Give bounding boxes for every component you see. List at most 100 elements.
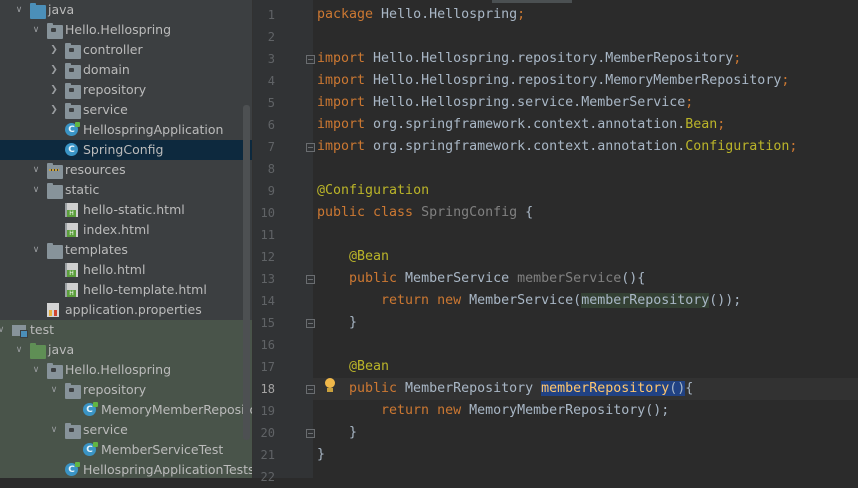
tree-item[interactable]: ∨ Hello.Hellospring <box>0 360 252 380</box>
tree-item[interactable]: ❯ controller <box>0 40 252 60</box>
tree-item-label: MemberServiceTest <box>101 442 224 457</box>
fold-imports-icon[interactable] <box>306 55 315 64</box>
code-line-14[interactable]: return new MemberService(memberRepositor… <box>381 290 741 312</box>
tree-item[interactable]: C SpringConfig <box>0 140 252 160</box>
code-line-1[interactable]: package Hello.Hellospring; <box>317 4 525 26</box>
code-line-19[interactable]: return new MemoryMemberRepository(); <box>381 400 669 422</box>
chevron-right-icon[interactable]: ❯ <box>48 60 60 80</box>
editor-tab-indicator <box>492 0 572 3</box>
code-line-13[interactable]: public MemberService memberService(){ <box>349 268 645 290</box>
line-number: 8 <box>267 162 275 176</box>
package-icon <box>65 63 81 79</box>
chevron-down-icon[interactable]: ∨ <box>48 420 60 440</box>
chevron-down-icon[interactable]: ∨ <box>13 340 25 360</box>
tree-item[interactable]: ∨ service <box>0 420 252 440</box>
line-number: 16 <box>260 338 275 352</box>
chevron-down-icon[interactable]: ∨ <box>13 0 25 20</box>
tree-item-label: Hello.Hellospring <box>65 362 172 377</box>
html-file-icon <box>65 203 78 217</box>
code-line-9[interactable]: @Configuration <box>317 180 429 202</box>
line-number: 13 <box>260 272 275 286</box>
tree-item[interactable]: ∨ static <box>0 180 252 200</box>
chevron-down-icon[interactable]: ∨ <box>30 360 42 380</box>
fold-method-end-icon[interactable] <box>306 319 315 328</box>
tree-item[interactable]: C MemberServiceTest <box>0 440 252 460</box>
chevron-down-icon[interactable]: ∨ <box>30 180 42 200</box>
code-line-10[interactable]: public class SpringConfig { <box>317 202 533 224</box>
tree-item[interactable]: application.properties <box>0 300 252 320</box>
html-file-icon <box>65 283 78 297</box>
chevron-down-icon[interactable]: ∨ <box>30 240 42 260</box>
code-line-20[interactable]: } <box>349 422 357 444</box>
chevron-right-icon[interactable]: ❯ <box>48 80 60 100</box>
tree-item[interactable]: hello-static.html <box>0 200 252 220</box>
tree-item-label: application.properties <box>65 302 202 317</box>
tree-item-label: Hello.Hellospring <box>65 22 172 37</box>
tree-item-label: static <box>65 182 100 197</box>
module-folder-icon <box>12 325 28 338</box>
fold-method-icon[interactable] <box>306 275 315 284</box>
tree-item[interactable]: ∨ repository <box>0 380 252 400</box>
fold-method-icon[interactable] <box>306 385 315 394</box>
tree-item-label: templates <box>65 242 128 257</box>
intention-bulb-icon[interactable] <box>324 378 336 394</box>
tree-item[interactable]: ∨ resources <box>0 160 252 180</box>
fold-method-end-icon[interactable] <box>306 429 315 438</box>
line-number: 12 <box>260 250 275 264</box>
tree-item[interactable]: ❯ repository <box>0 80 252 100</box>
code-line-6[interactable]: import org.springframework.context.annot… <box>317 114 725 136</box>
tree-item[interactable]: ∨ java <box>0 340 252 360</box>
spring-class-icon: C <box>65 122 80 136</box>
tree-item-label: test <box>30 322 55 337</box>
chevron-down-icon[interactable]: ∨ <box>30 160 42 180</box>
chevron-right-icon[interactable]: ❯ <box>48 40 60 60</box>
tree-item[interactable]: index.html <box>0 220 252 240</box>
chevron-down-icon[interactable]: ∨ <box>0 320 7 340</box>
tree-item[interactable]: C HellospringApplication <box>0 120 252 140</box>
line-number: 2 <box>267 30 275 44</box>
package-icon <box>65 383 81 399</box>
line-number: 18 <box>260 382 275 396</box>
code-line-18[interactable]: public MemberRepository memberRepository… <box>349 378 693 400</box>
code-line-5[interactable]: import Hello.Hellospring.service.MemberS… <box>317 92 693 114</box>
code-line-21[interactable]: } <box>317 444 325 466</box>
tree-item[interactable]: ∨ Hello.Hellospring <box>0 20 252 40</box>
line-number: 10 <box>260 206 275 220</box>
tree-item[interactable]: ❯ service <box>0 100 252 120</box>
tree-item-label: hello.html <box>83 262 146 277</box>
tree-item-label: service <box>83 422 128 437</box>
code-line-17[interactable]: @Bean <box>349 356 389 378</box>
package-icon <box>65 103 81 119</box>
tree-item[interactable]: hello-template.html <box>0 280 252 300</box>
tree-item[interactable]: ∨ java <box>0 0 252 20</box>
tree-item-label: SpringConfig <box>83 142 164 157</box>
line-number: 4 <box>267 74 275 88</box>
tree-item[interactable]: ∨ templates <box>0 240 252 260</box>
chevron-down-icon[interactable]: ∨ <box>48 380 60 400</box>
line-number: 19 <box>260 404 275 418</box>
code-line-12[interactable]: @Bean <box>349 246 389 268</box>
tree-item-label: hello-static.html <box>83 202 185 217</box>
tree-item-label: controller <box>83 42 143 57</box>
tree-item[interactable]: CMemoryMemberRepositoryTest <box>0 400 252 420</box>
tree-item-label: HellospringApplication <box>83 122 224 137</box>
chevron-right-icon[interactable]: ❯ <box>48 100 60 120</box>
test-class-icon: C <box>83 442 98 456</box>
tree-scrollbar[interactable] <box>243 105 250 440</box>
test-class-icon: C <box>65 462 80 476</box>
line-number: 17 <box>260 360 275 374</box>
code-line-7[interactable]: import org.springframework.context.annot… <box>317 136 797 158</box>
code-line-4[interactable]: import Hello.Hellospring.repository.Memo… <box>317 70 789 92</box>
tree-item-label: repository <box>83 382 147 397</box>
tree-item[interactable]: hello.html <box>0 260 252 280</box>
chevron-down-icon[interactable]: ∨ <box>30 20 42 40</box>
tree-item-label: service <box>83 102 128 117</box>
code-line-3[interactable]: import Hello.Hellospring.repository.Memb… <box>317 48 741 70</box>
tree-item[interactable]: ∨ test <box>0 320 252 340</box>
tree-item[interactable]: C HellospringApplicationTests <box>0 460 252 478</box>
line-number: 5 <box>267 96 275 110</box>
tree-item[interactable]: ❯ domain <box>0 60 252 80</box>
line-number: 14 <box>260 294 275 308</box>
code-line-15[interactable]: } <box>349 312 357 334</box>
fold-imports-end-icon[interactable] <box>306 143 315 152</box>
